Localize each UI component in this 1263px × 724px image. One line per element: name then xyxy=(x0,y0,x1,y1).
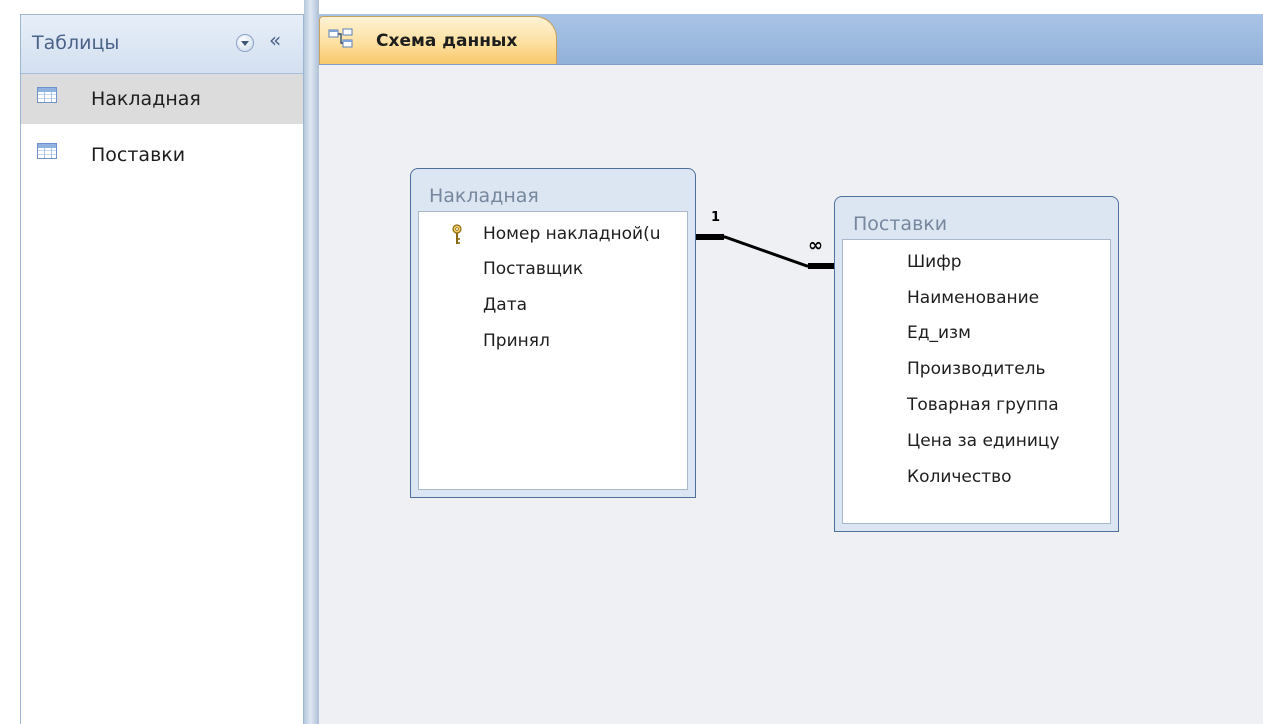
table-icon xyxy=(37,87,57,103)
field-shifr[interactable]: Шифр xyxy=(907,252,962,272)
field-postavshchik[interactable]: Поставщик xyxy=(483,259,583,279)
table-window-title: Накладная xyxy=(429,185,539,207)
field-tovarnaya-gruppa[interactable]: Товарная группа xyxy=(907,395,1059,415)
relationship-many-label: ∞ xyxy=(808,235,823,256)
navigation-pane: Таблицы « Накладная Поставки xyxy=(20,14,304,724)
relationship-one-label: 1 xyxy=(711,210,721,225)
table-icon xyxy=(37,143,57,159)
field-list: Шифр Наименование Ед_изм Производитель Т… xyxy=(842,239,1111,524)
field-kolichestvo[interactable]: Количество xyxy=(907,467,1012,487)
nav-item-label: Поставки xyxy=(91,144,186,166)
field-prinyal[interactable]: Принял xyxy=(483,331,550,351)
field-nomer-nakladnoy[interactable]: Номер накладной(u xyxy=(483,224,660,244)
relationships-icon xyxy=(328,28,353,48)
field-proizvoditel[interactable]: Производитель xyxy=(907,359,1046,379)
navigation-pane-header[interactable]: Таблицы « xyxy=(21,15,303,74)
document-top-strip xyxy=(319,0,1263,14)
nav-item-nakladnaya[interactable]: Накладная xyxy=(21,74,303,124)
field-ed-izm[interactable]: Ед_изм xyxy=(907,323,971,343)
field-tsena-za-edinitsu[interactable]: Цена за единицу xyxy=(907,431,1060,451)
table-window-postavki[interactable]: Поставки Шифр Наименование Ед_изм Произв… xyxy=(834,196,1119,532)
collapse-pane-icon[interactable]: « xyxy=(269,28,281,52)
field-naimenovanie[interactable]: Наименование xyxy=(907,288,1039,308)
access-window: Таблицы « Накладная Поставки Схема данны… xyxy=(0,0,1263,724)
chevron-down-circle-icon[interactable] xyxy=(236,34,254,52)
document-tab-bar: Схема данных xyxy=(319,14,1263,65)
field-data[interactable]: Дата xyxy=(483,295,527,315)
nav-item-postavki[interactable]: Поставки xyxy=(21,130,303,180)
table-window-title: Поставки xyxy=(853,213,948,235)
table-window-nakladnaya[interactable]: Накладная Номер накладной(u Поставщик Да… xyxy=(410,168,696,498)
nav-item-label: Накладная xyxy=(91,88,201,110)
relationships-canvas[interactable]: 1 ∞ Накладная Номер накладной(u Поставщи… xyxy=(319,65,1263,724)
tab-relationships-label: Схема данных xyxy=(376,31,518,51)
field-list: Номер накладной(u Поставщик Дата Принял xyxy=(418,211,688,490)
navigation-pane-title: Таблицы xyxy=(32,32,120,54)
tab-relationships[interactable]: Схема данных xyxy=(319,16,557,64)
primary-key-icon xyxy=(452,224,462,244)
pane-splitter[interactable] xyxy=(304,0,319,724)
